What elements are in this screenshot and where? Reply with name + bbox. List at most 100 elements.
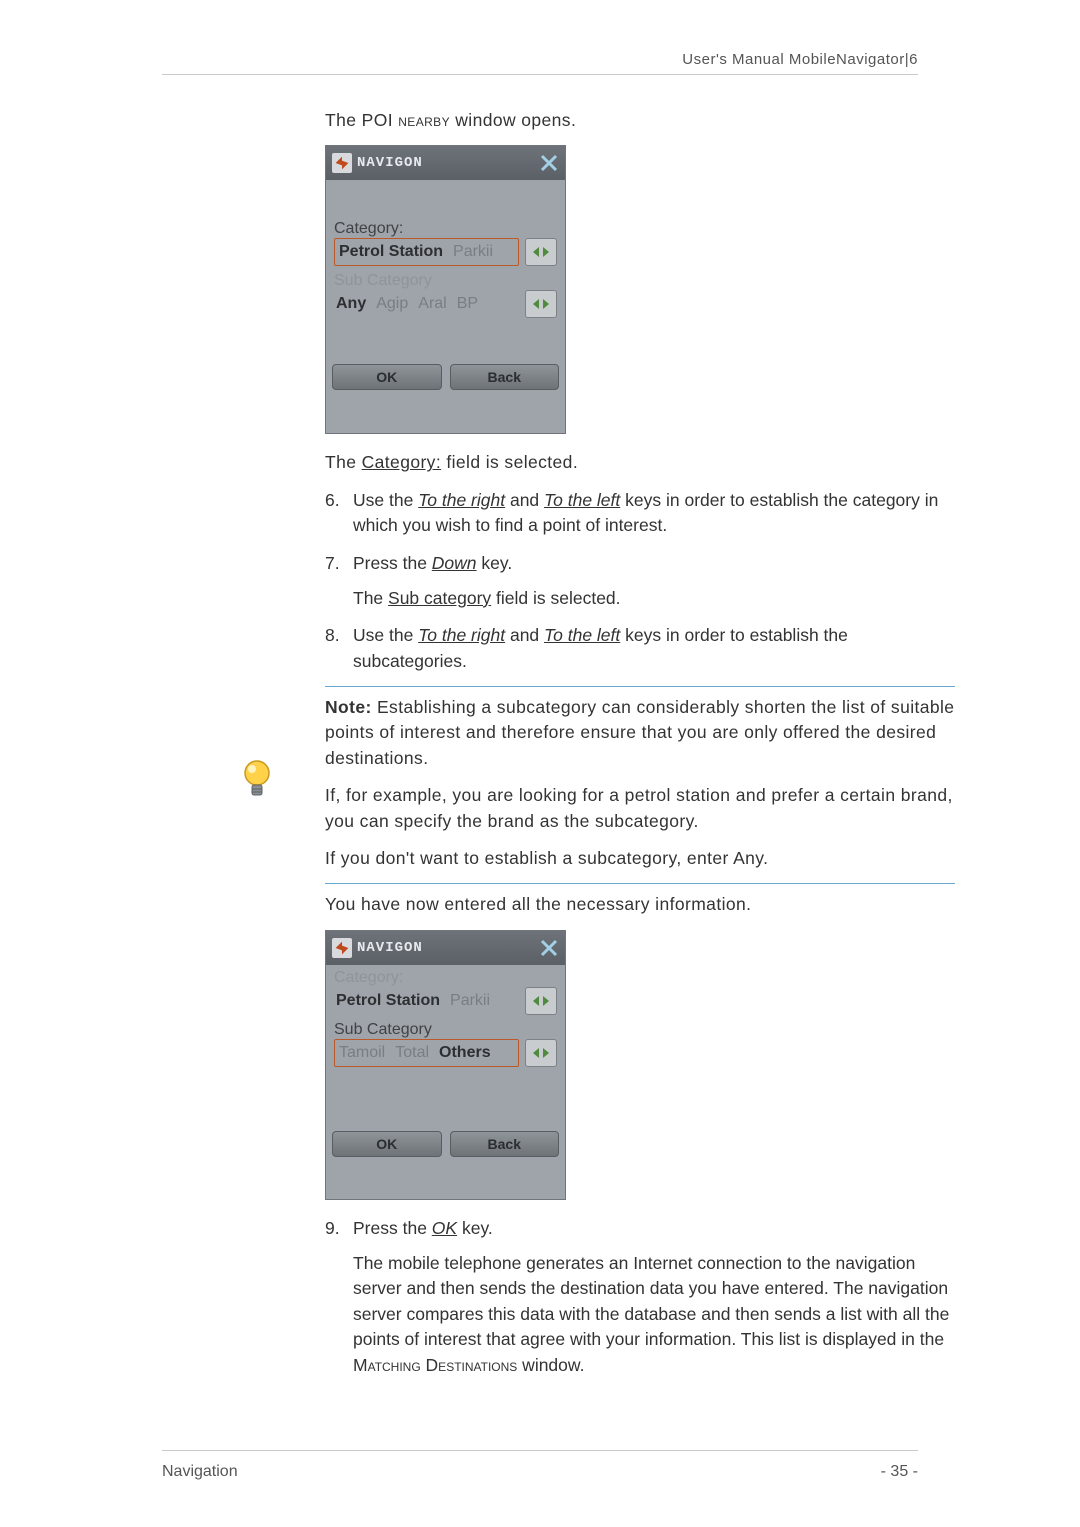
text-underline: Sub category [388, 588, 491, 608]
picker-opt: BP [457, 295, 478, 313]
step-number: 6. [325, 488, 340, 513]
subcategory-label: Sub Category [334, 272, 557, 290]
picker-next: Parkii [453, 243, 493, 261]
phone-screenshot-1: NAVIGON Category: Petrol Station Parkii [325, 145, 566, 434]
note-block: Note: Establishing a subcategory can con… [325, 695, 955, 871]
subcategory-field: Sub Category Tamoil Total Others [326, 1017, 565, 1069]
note-rule [325, 883, 955, 884]
intro-paragraph: The POI nearby window opens. [325, 108, 955, 133]
step-item-9: 9. Press the OK key. The mobile telephon… [325, 1216, 955, 1378]
spacer [326, 1069, 565, 1125]
text: The [353, 588, 388, 608]
ok-button[interactable]: OK [332, 364, 442, 390]
text-smallcaps: Matching Destinations [353, 1355, 517, 1375]
gps-status-icon [539, 153, 559, 173]
text: key. [457, 1218, 493, 1238]
category-field: Category: Petrol Station Parkii [326, 216, 565, 268]
picker-selected: Others [439, 1044, 491, 1062]
brand-text: NAVIGON [357, 940, 423, 956]
picker-next: Parkii [450, 992, 490, 1010]
brand: NAVIGON [332, 153, 423, 173]
navigon-logo-icon [332, 938, 352, 958]
lightbulb-icon [239, 758, 275, 803]
subcategory-field: Sub Category Any Agip Aral BP [326, 268, 565, 320]
sub-paragraph: The Sub category field is selected. [353, 586, 955, 611]
note-wrapper: Note: Establishing a subcategory can con… [325, 686, 955, 884]
step-item-8: 8. Use the To the right and To the left … [325, 623, 955, 674]
softkey-bar: OK Back [326, 358, 565, 396]
step-number: 7. [325, 551, 340, 576]
step-list-2: 9. Press the OK key. The mobile telephon… [325, 1216, 955, 1378]
picker-opt: Aral [418, 295, 446, 313]
page-header: User's Manual MobileNavigator|6 [682, 51, 918, 68]
picker-nav-button[interactable] [525, 1039, 557, 1067]
paragraph: You have now entered all the necessary i… [325, 892, 955, 917]
text: key. [477, 553, 513, 573]
step-list: 6. Use the To the right and To the left … [325, 488, 955, 674]
text: The POI [325, 110, 398, 130]
text: and [505, 625, 544, 645]
footer-rule [162, 1450, 918, 1451]
text: Establishing a subcategory can considera… [325, 697, 954, 768]
paragraph: The Category: field is selected. [325, 450, 955, 475]
text: field is selected. [441, 452, 578, 472]
text: Use the [353, 490, 418, 510]
phone-titlebar: NAVIGON [326, 146, 565, 180]
note-paragraph: If you don't want to establish a subcate… [325, 846, 955, 871]
subcategory-label: Sub Category [334, 1021, 557, 1039]
picker-opt: Tamoil [339, 1044, 385, 1062]
subcategory-picker[interactable]: Any Agip Aral BP [334, 291, 519, 317]
softkey-bar: OK Back [326, 1125, 565, 1163]
spacer [326, 320, 565, 358]
header-rule [162, 74, 918, 75]
phone-titlebar: NAVIGON [326, 931, 565, 965]
text: The mobile telephone generates an Intern… [353, 1253, 949, 1349]
page-number: - 35 - [881, 1463, 918, 1481]
note-paragraph: Note: Establishing a subcategory can con… [325, 695, 955, 771]
category-field: Category: Petrol Station Parkii [326, 965, 565, 1017]
picker-nav-button[interactable] [525, 238, 557, 266]
text: Use the [353, 625, 418, 645]
picker-selected: Any [336, 295, 366, 313]
page: User's Manual MobileNavigator|6 The POI … [0, 0, 1080, 1527]
text: The [325, 452, 362, 472]
category-picker[interactable]: Petrol Station Parkii [334, 238, 519, 266]
step-number: 9. [325, 1216, 340, 1241]
picker-nav-button[interactable] [525, 290, 557, 318]
ok-button[interactable]: OK [332, 1131, 442, 1157]
text-smallcaps: nearby [398, 110, 450, 130]
text-underline: Category: [362, 452, 441, 472]
picker-selected: Petrol Station [336, 992, 440, 1010]
key-name: To the left [544, 625, 620, 645]
brand-text: NAVIGON [357, 155, 423, 171]
picker-nav-button[interactable] [525, 987, 557, 1015]
sub-paragraph: The mobile telephone generates an Intern… [353, 1251, 955, 1378]
subcategory-picker[interactable]: Tamoil Total Others [334, 1039, 519, 1067]
text: window. [517, 1355, 584, 1375]
picker-opt: Total [395, 1044, 429, 1062]
key-name: To the right [418, 490, 505, 510]
step-item-6: 6. Use the To the right and To the left … [325, 488, 955, 539]
back-button[interactable]: Back [450, 364, 560, 390]
gps-status-icon [539, 938, 559, 958]
note-rule [325, 686, 955, 687]
text: Press the [353, 553, 432, 573]
category-picker[interactable]: Petrol Station Parkii [334, 988, 519, 1014]
content-area: The POI nearby window opens. NAVIGON Cat… [325, 108, 955, 1390]
note-paragraph: If, for example, you are looking for a p… [325, 783, 955, 834]
brand: NAVIGON [332, 938, 423, 958]
text: window opens. [450, 110, 576, 130]
category-label: Category: [334, 220, 557, 238]
phone-screenshot-2: NAVIGON Category: Petrol Station Parkii [325, 930, 566, 1200]
picker-opt: Agip [376, 295, 408, 313]
text: Press the [353, 1218, 432, 1238]
step-number: 8. [325, 623, 340, 648]
category-label: Category: [334, 969, 557, 987]
key-name: Down [432, 553, 477, 573]
step-item-7: 7. Press the Down key. The Sub category … [325, 551, 955, 612]
spacer [326, 180, 565, 216]
key-name: To the right [418, 625, 505, 645]
back-button[interactable]: Back [450, 1131, 560, 1157]
key-name: To the left [544, 490, 620, 510]
note-label: Note: [325, 697, 372, 717]
